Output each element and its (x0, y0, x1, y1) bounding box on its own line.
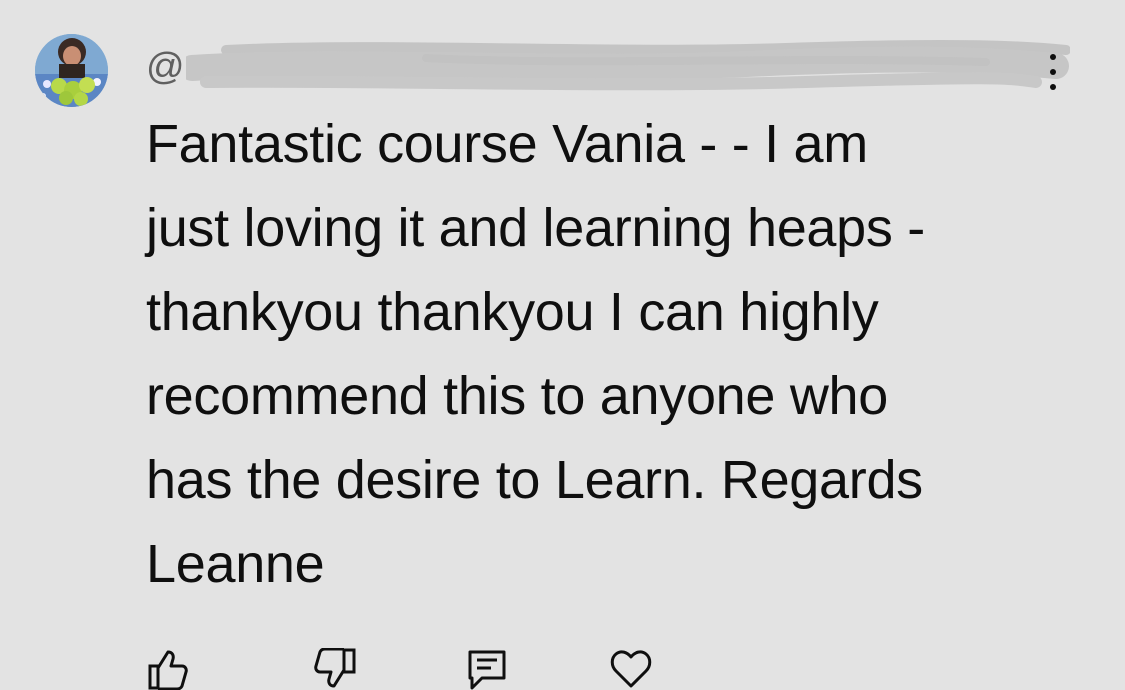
redaction-scribble (186, 39, 1070, 91)
more-vertical-icon-dot (1050, 69, 1056, 75)
thumbs-down-icon[interactable] (314, 648, 356, 690)
avatar-image (35, 34, 108, 107)
more-vertical-icon-dot (1050, 84, 1056, 90)
more-options-button[interactable] (1036, 52, 1070, 92)
comment-text-line: Leanne (146, 534, 325, 594)
comment-text: Fantastic course Vania - - I am just lov… (146, 102, 1046, 606)
comment-text-line: has the desire to Learn. Regards (146, 450, 923, 510)
thumbs-up-icon[interactable] (146, 648, 188, 690)
comment-text-line: just loving it and learning heaps - (146, 198, 925, 258)
comment-actions (146, 640, 1046, 690)
heart-icon[interactable] (610, 648, 652, 690)
comment-header: @s (146, 39, 1070, 94)
more-vertical-icon (1050, 54, 1056, 60)
comment-text-line: thankyou thankyou I can highly (146, 282, 879, 342)
comment-text-line: Fantastic course Vania - - I am (146, 114, 868, 174)
avatar[interactable] (35, 34, 108, 107)
comment-card: @s Fantastic course Vania - - I am just … (0, 0, 1125, 690)
comment-text-line: recommend this to anyone who (146, 366, 889, 426)
reply-comment-icon[interactable] (466, 648, 508, 690)
